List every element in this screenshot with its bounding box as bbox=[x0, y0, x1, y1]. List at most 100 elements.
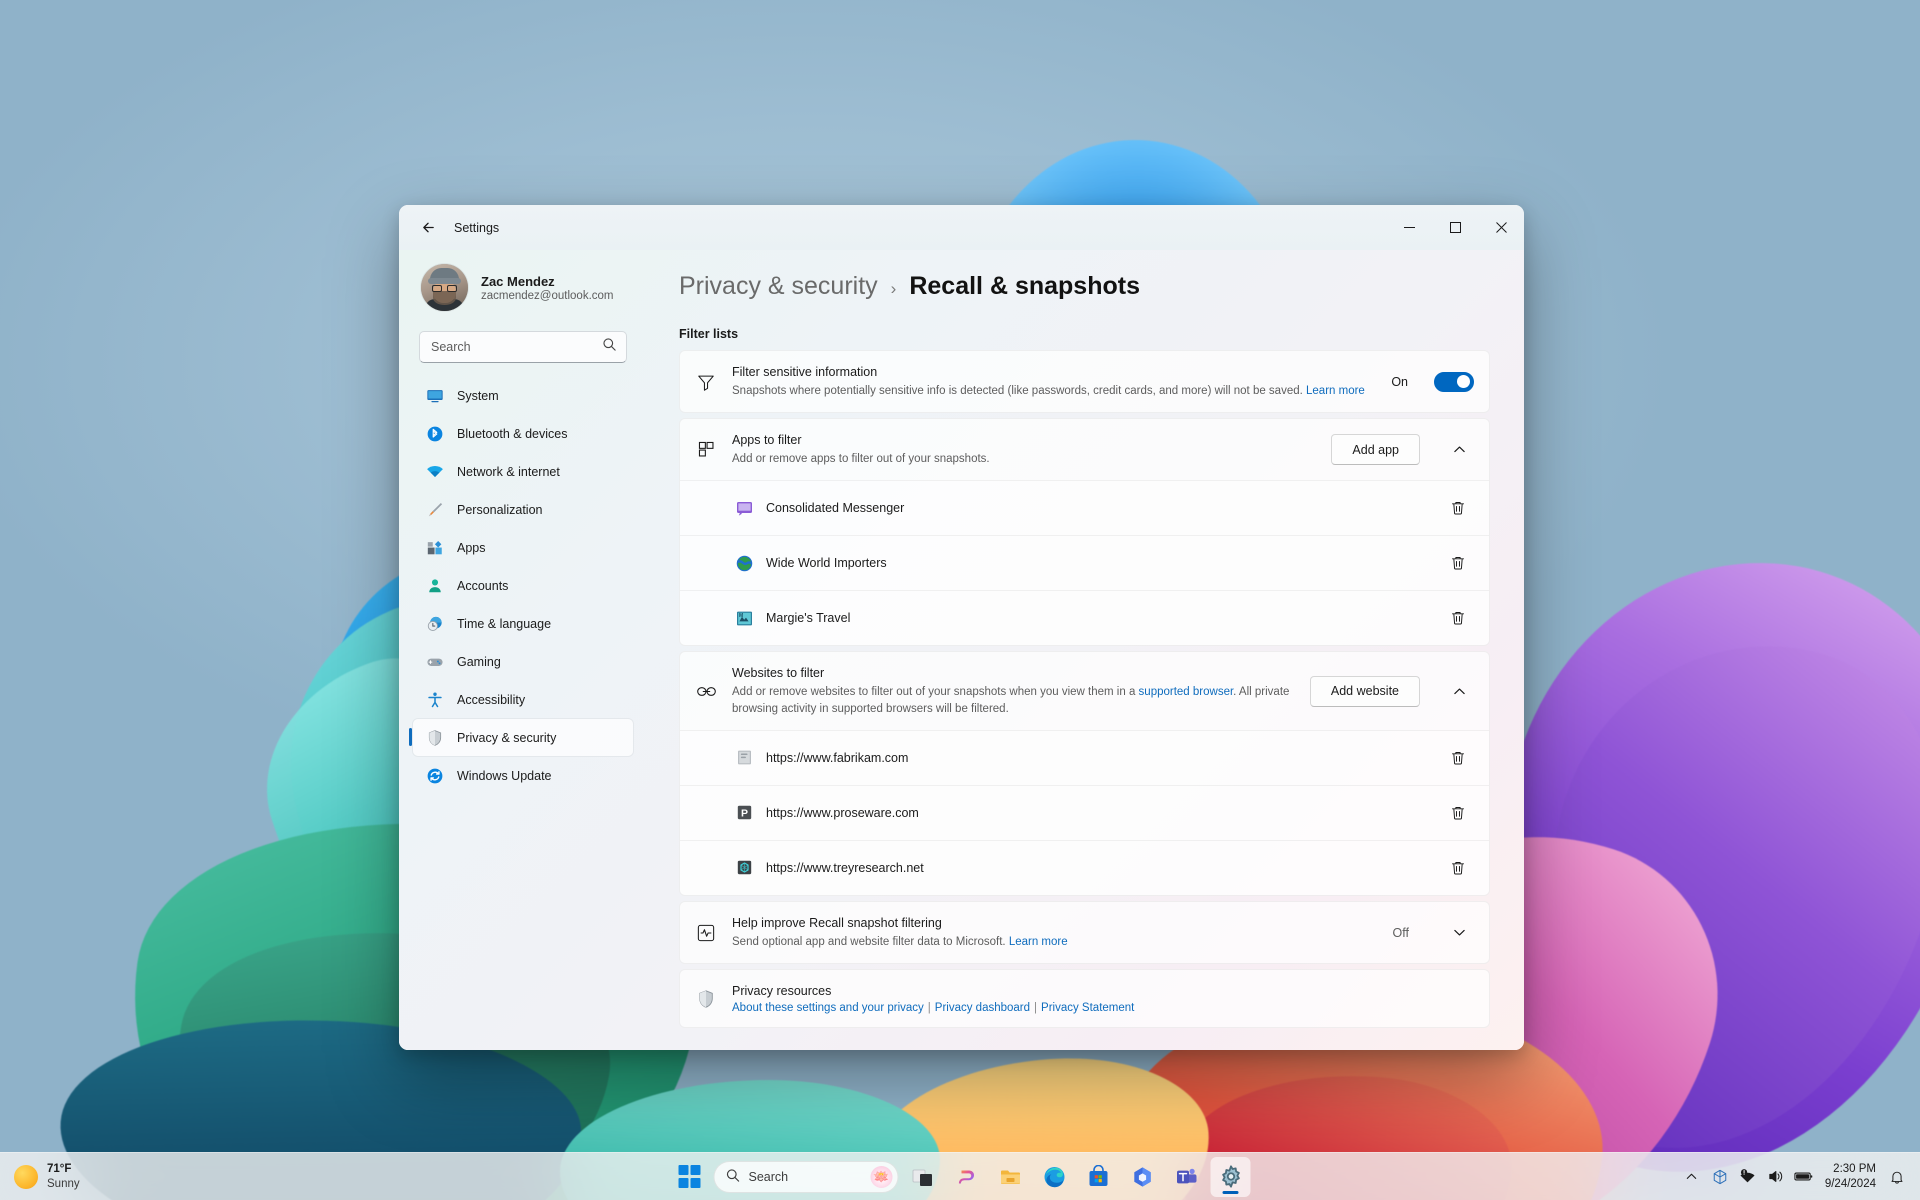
system-tray: 2:30 PM 9/24/2024 bbox=[1679, 1153, 1920, 1200]
sidebar-item-bluetooth-devices[interactable]: Bluetooth & devices bbox=[413, 415, 633, 452]
help-improve-desc: Send optional app and website filter dat… bbox=[732, 934, 1378, 950]
link-separator: | bbox=[1034, 1002, 1038, 1015]
sidebar-item-label: Gaming bbox=[457, 654, 501, 669]
card-privacy-resources: Privacy resources About these settings a… bbox=[679, 969, 1490, 1029]
sidebar-item-gaming[interactable]: Gaming bbox=[413, 643, 633, 680]
show-hidden-icons-button[interactable] bbox=[1679, 1162, 1705, 1192]
list-item-label: Consolidated Messenger bbox=[766, 501, 905, 516]
notifications-bell-icon[interactable] bbox=[1884, 1162, 1910, 1192]
filter-sensitive-toggle[interactable] bbox=[1434, 371, 1474, 392]
sidebar-item-label: Bluetooth & devices bbox=[457, 426, 568, 441]
chevron-down-icon[interactable] bbox=[1444, 918, 1474, 948]
help-improve-title: Help improve Recall snapshot filtering bbox=[732, 915, 942, 930]
sidebar-item-privacy-security[interactable]: Privacy & security bbox=[409, 719, 633, 756]
list-item[interactable]: https://www.fabrikam.com bbox=[680, 729, 1489, 785]
person-icon bbox=[425, 576, 444, 595]
taskbar-app-file-explorer[interactable] bbox=[991, 1157, 1031, 1197]
apps-to-filter-desc: Add or remove apps to filter out of your… bbox=[732, 453, 990, 466]
sidebar-item-time-language[interactable]: Time & language bbox=[413, 605, 633, 642]
learn-more-link[interactable]: Learn more bbox=[1009, 936, 1068, 948]
account-name: Zac Mendez bbox=[481, 273, 555, 289]
list-item[interactable]: https://www.treyresearch.net bbox=[680, 839, 1489, 895]
sidebar-item-network-internet[interactable]: Network & internet bbox=[413, 453, 633, 490]
delete-button[interactable] bbox=[1442, 492, 1474, 524]
help-improve-state: Off bbox=[1392, 925, 1409, 940]
apps-icon bbox=[425, 538, 444, 557]
sidebar-item-label: Apps bbox=[457, 540, 486, 555]
sidebar-nav: System Bluetooth & devices Network & int… bbox=[409, 377, 633, 794]
learn-more-link[interactable]: Learn more bbox=[1306, 385, 1365, 397]
delete-button[interactable] bbox=[1442, 742, 1474, 774]
privacy-dashboard-link[interactable]: Privacy dashboard bbox=[935, 1002, 1030, 1014]
apps-grid-icon bbox=[695, 439, 717, 461]
sidebar-item-label: System bbox=[457, 388, 499, 403]
taskbar-app-microsoft-edge[interactable] bbox=[1035, 1157, 1075, 1197]
taskbar-app-copilot[interactable] bbox=[947, 1157, 987, 1197]
back-button[interactable] bbox=[411, 211, 445, 245]
chevron-up-icon[interactable] bbox=[1444, 676, 1474, 706]
taskbar-app-task-view[interactable] bbox=[903, 1157, 943, 1197]
network-icon[interactable] bbox=[1735, 1162, 1761, 1192]
accessibility-icon bbox=[425, 690, 444, 709]
help-improve-row[interactable]: Help improve Recall snapshot filtering S… bbox=[680, 902, 1489, 963]
clock-globe-icon bbox=[425, 614, 444, 633]
battery-icon[interactable] bbox=[1791, 1162, 1817, 1192]
proseware-favicon: P bbox=[736, 804, 753, 821]
weather-condition: Sunny bbox=[47, 1177, 80, 1190]
taskbar-app-microsoft-teams[interactable] bbox=[1167, 1157, 1207, 1197]
list-item[interactable]: Wide World Importers bbox=[680, 535, 1489, 591]
minimize-button[interactable] bbox=[1386, 205, 1432, 250]
search-input[interactable] bbox=[431, 340, 602, 354]
pulse-icon bbox=[695, 922, 717, 944]
taskbar-search[interactable]: Search 🪷 bbox=[713, 1160, 899, 1193]
about-settings-privacy-link[interactable]: About these settings and your privacy bbox=[732, 1002, 924, 1014]
volume-icon[interactable] bbox=[1763, 1162, 1789, 1192]
taskbar-app-recall[interactable] bbox=[1123, 1157, 1163, 1197]
list-item[interactable]: M Margie's Travel bbox=[680, 590, 1489, 646]
start-button[interactable] bbox=[670, 1157, 710, 1197]
account-profile[interactable]: Zac Mendez zacmendez@outlook.com bbox=[413, 250, 633, 311]
shield-icon bbox=[425, 728, 444, 747]
taskbar-clock[interactable]: 2:30 PM 9/24/2024 bbox=[1819, 1162, 1882, 1192]
add-app-button[interactable]: Add app bbox=[1331, 434, 1420, 466]
delete-button[interactable] bbox=[1442, 602, 1474, 634]
close-button[interactable] bbox=[1478, 205, 1524, 250]
weather-widget[interactable]: 71°F Sunny bbox=[0, 1162, 240, 1191]
websites-to-filter-header: Websites to filter Add or remove website… bbox=[680, 652, 1489, 730]
chevron-up-icon[interactable] bbox=[1444, 435, 1474, 465]
add-website-button[interactable]: Add website bbox=[1309, 675, 1420, 707]
card-help-improve-recall: Help improve Recall snapshot filtering S… bbox=[679, 900, 1490, 965]
maximize-button[interactable] bbox=[1432, 205, 1478, 250]
sidebar-item-accounts[interactable]: Accounts bbox=[413, 567, 633, 604]
websites-to-filter-desc: Add or remove websites to filter out of … bbox=[732, 684, 1295, 717]
list-item[interactable]: Consolidated Messenger bbox=[680, 480, 1489, 536]
card-apps-to-filter: Apps to filter Add or remove apps to fil… bbox=[679, 418, 1490, 647]
privacy-resources-links: About these settings and your privacy | Pr… bbox=[732, 1002, 1474, 1014]
sidebar-item-accessibility[interactable]: Accessibility bbox=[413, 681, 633, 718]
breadcrumb-parent[interactable]: Privacy & security bbox=[679, 272, 878, 301]
list-item[interactable]: P https://www.proseware.com bbox=[680, 784, 1489, 840]
svg-text:M: M bbox=[739, 613, 743, 619]
delete-button[interactable] bbox=[1442, 797, 1474, 829]
taskbar-app-settings[interactable] bbox=[1210, 1156, 1251, 1197]
delete-button[interactable] bbox=[1442, 547, 1474, 579]
svg-text:P: P bbox=[741, 808, 748, 820]
supported-browser-link[interactable]: supported browser bbox=[1139, 686, 1234, 698]
sidebar-item-personalization[interactable]: Personalization bbox=[413, 491, 633, 528]
margies-travel-icon: M bbox=[736, 610, 753, 627]
onedrive-icon[interactable] bbox=[1707, 1162, 1733, 1192]
settings-window: Settings Zac Mendez zacmendez@outlook.co… bbox=[399, 205, 1524, 1050]
lotus-icon: 🪷 bbox=[870, 1165, 893, 1188]
taskbar-app-microsoft-store[interactable] bbox=[1079, 1157, 1119, 1197]
sidebar-item-system[interactable]: System bbox=[413, 377, 633, 414]
search-box[interactable] bbox=[419, 331, 627, 363]
breadcrumb: Privacy & security › Recall & snapshots bbox=[679, 272, 1490, 301]
filter-sensitive-title: Filter sensitive information bbox=[732, 365, 878, 379]
sidebar-item-apps[interactable]: Apps bbox=[413, 529, 633, 566]
window-body: Zac Mendez zacmendez@outlook.com Search … bbox=[399, 250, 1524, 1050]
delete-button[interactable] bbox=[1442, 852, 1474, 884]
card-filter-sensitive-information: Filter sensitive information Snapshots w… bbox=[679, 350, 1490, 414]
privacy-statement-link[interactable]: Privacy Statement bbox=[1041, 1002, 1134, 1014]
shield-icon bbox=[695, 988, 717, 1010]
sidebar-item-windows-update[interactable]: Windows Update bbox=[413, 757, 633, 794]
